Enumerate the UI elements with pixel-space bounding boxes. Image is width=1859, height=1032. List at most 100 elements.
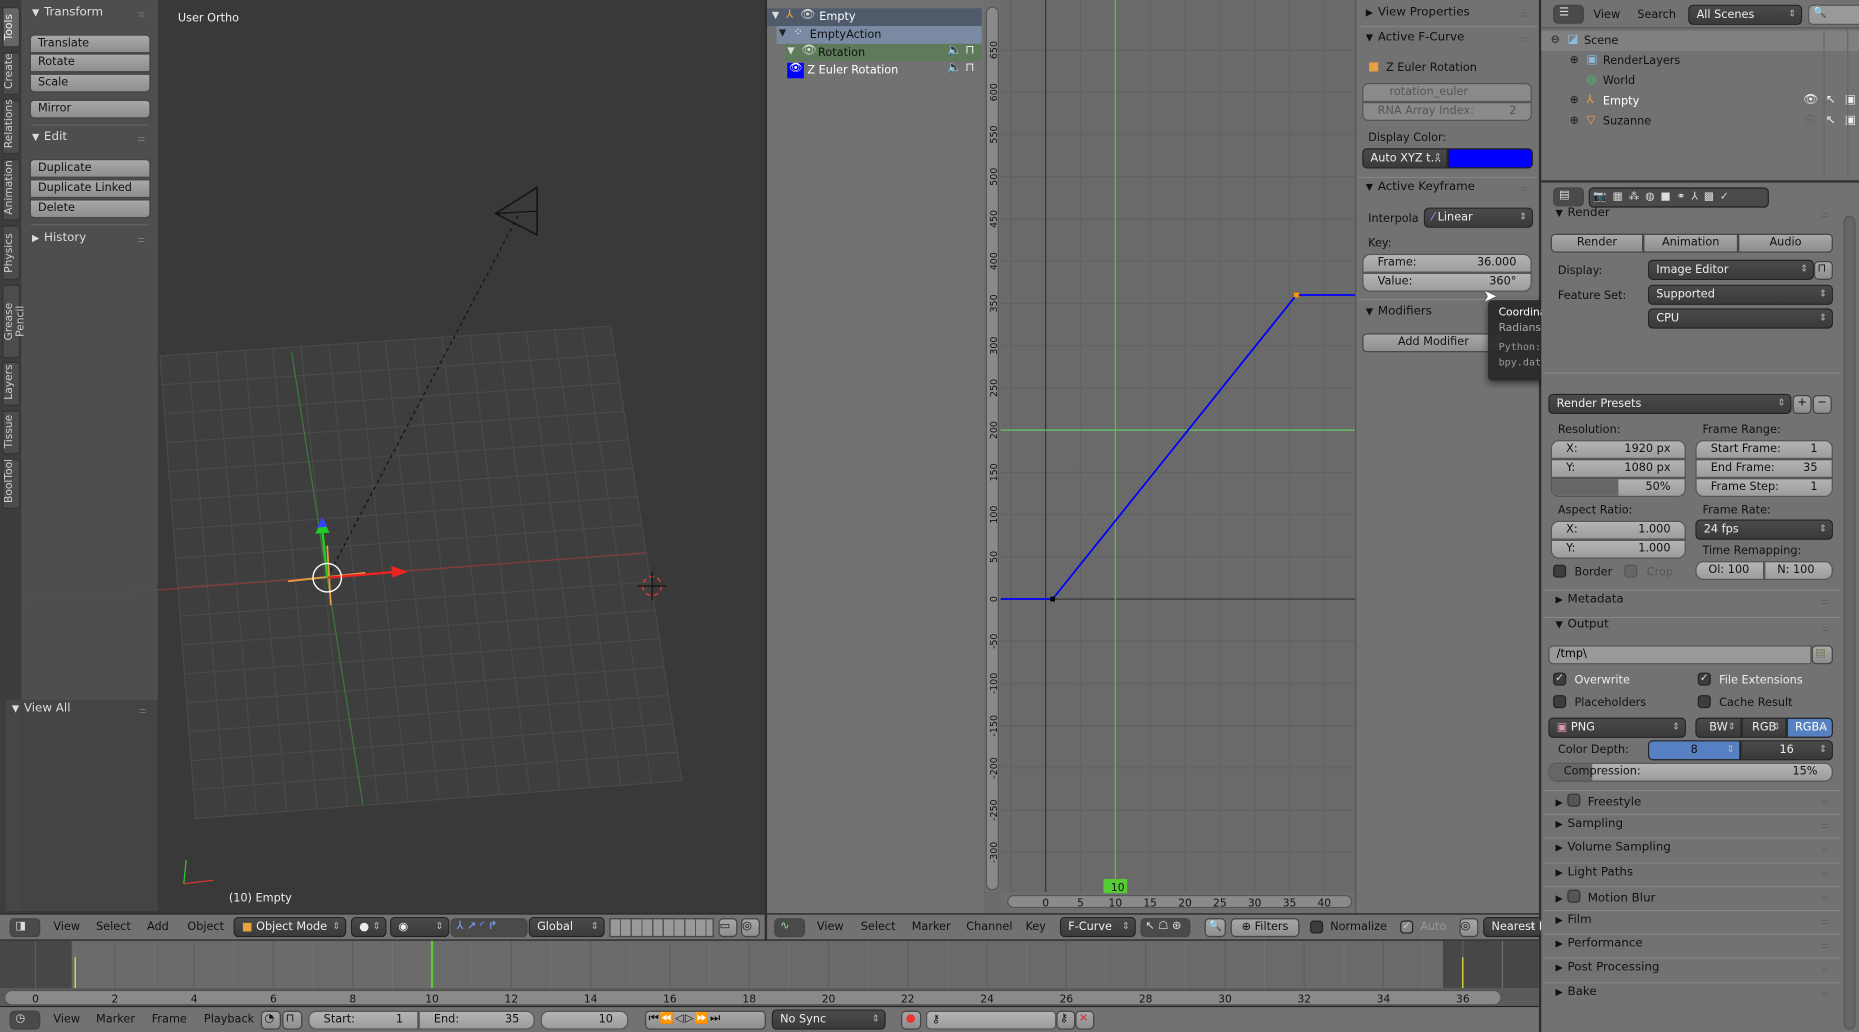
keying-set-field[interactable]: ⚷	[925, 1010, 1057, 1030]
channel-row-object[interactable]: ▼ ⅄ 👁 Empty	[767, 8, 982, 27]
mode-dropdown[interactable]: ■ Object Mode	[233, 916, 347, 938]
menu-key[interactable]: Key	[1026, 920, 1046, 933]
panel-enable-checkbox[interactable]	[1567, 889, 1581, 903]
menu-marker[interactable]: Marker	[912, 920, 951, 933]
editor-type-button[interactable]: ◷	[9, 1010, 41, 1030]
remap-old-field[interactable]: Ol: 100	[1695, 561, 1765, 581]
tool-tab-animation[interactable]: Animation	[2, 158, 21, 221]
output-path-field[interactable]: /tmp\	[1548, 645, 1812, 665]
eye-icon[interactable]: 👁	[1803, 114, 1818, 128]
outliner-item-renderlayers[interactable]: ⊕ ▣ RenderLayers	[1541, 51, 1859, 71]
lock-range-button[interactable]: ⊓	[282, 1010, 303, 1030]
audio-button[interactable]: Audio	[1738, 233, 1833, 253]
rotate-button[interactable]: Rotate	[29, 53, 151, 73]
fcurve-color-eye-icon[interactable]: 👁	[787, 62, 804, 79]
menu-add[interactable]: Add	[147, 920, 169, 933]
pivot-dropdown[interactable]: ◉	[390, 916, 450, 938]
channel-row-fcurve[interactable]: 👁 Z Euler Rotation 🔈 ⊓	[784, 61, 982, 80]
record-button[interactable]: ●	[901, 1010, 922, 1030]
file-format-dropdown[interactable]: ▣ PNG	[1548, 717, 1686, 738]
color-swatch[interactable]	[1447, 148, 1533, 169]
tool-tab-grease-pencil[interactable]: Grease Pencil	[2, 284, 27, 359]
scene-filter-dropdown[interactable]: All Scenes	[1688, 4, 1803, 25]
history-panel-header[interactable]: ▶ History	[32, 231, 86, 244]
manipulator-toggle[interactable]: ⅄ ↗ ◜ ↱	[450, 918, 528, 938]
rna-array-index-field[interactable]: RNA Array Index: 2	[1362, 102, 1532, 121]
filters-button[interactable]: ⊕ Filters	[1230, 918, 1300, 938]
editor-type-button[interactable]: ◨	[9, 918, 41, 938]
border-checkbox[interactable]	[1553, 564, 1567, 578]
drag-grip[interactable]: ::::	[1821, 893, 1829, 902]
scale-button[interactable]: Scale	[29, 73, 151, 93]
drag-grip[interactable]: ::::	[1821, 210, 1829, 219]
active-keyframe-header[interactable]: ▼ Active Keyframe	[1366, 180, 1475, 193]
tool-tab-layers[interactable]: Layers	[2, 361, 21, 406]
transform-panel-header[interactable]: ▼ Transform	[32, 6, 103, 19]
duplicate-button[interactable]: Duplicate	[29, 158, 151, 178]
folder-browse-button[interactable]: ▤	[1811, 645, 1833, 665]
disclosure-triangle-icon[interactable]: ▼	[772, 8, 779, 22]
outliner-item-suzanne[interactable]: ⊕ ▽ Suzanne 👁 ↖ ▣	[1541, 112, 1859, 132]
frame-field[interactable]: Frame: 36.000	[1362, 253, 1532, 273]
graph-mode-dropdown[interactable]: F-Curve	[1059, 916, 1136, 938]
mirror-button[interactable]: Mirror	[29, 99, 151, 119]
menu-marker[interactable]: Marker	[96, 1013, 135, 1026]
eye-icon[interactable]: 👁	[800, 8, 815, 22]
color-mode-dropdown[interactable]: Auto XYZ t...	[1362, 148, 1448, 169]
placeholders-checkbox[interactable]	[1553, 695, 1567, 709]
preview-range-button[interactable]: ◔	[260, 1010, 281, 1030]
panel-header-film[interactable]: ▶ Film	[1555, 913, 1591, 926]
menu-view[interactable]: View	[817, 920, 844, 933]
color-depth-8[interactable]: 8	[1647, 740, 1741, 761]
menu-search[interactable]: Search	[1637, 8, 1676, 21]
editor-type-button[interactable]: ☰	[1553, 4, 1584, 24]
drag-grip[interactable]: ::::	[138, 235, 146, 244]
tool-tab-booltool[interactable]: BoolTool	[2, 459, 21, 509]
drag-grip[interactable]: ::::	[1821, 821, 1829, 830]
disclosure-triangle-icon[interactable]: ▼	[787, 44, 794, 58]
channel-row-action[interactable]: ▼ ⁘ EmptyAction	[776, 26, 982, 44]
expand-icon[interactable]: ⊕	[1570, 53, 1579, 67]
tool-tab-relations[interactable]: Relations	[2, 99, 21, 155]
mute-speaker-icon[interactable]: 🔈	[947, 44, 962, 58]
drag-grip[interactable]: ::::	[1821, 597, 1829, 606]
normalize-checkbox[interactable]	[1310, 920, 1324, 934]
drag-grip[interactable]: ::::	[138, 134, 146, 143]
end-frame-field[interactable]: End Frame: 35	[1695, 459, 1833, 479]
drag-grip[interactable]: ::::	[1821, 965, 1829, 974]
menu-select[interactable]: Select	[861, 920, 896, 933]
tool-tab-create[interactable]: Create	[2, 52, 21, 95]
properties-scrollbar[interactable]	[1843, 215, 1856, 1030]
frame-step-field[interactable]: Frame Step: 1	[1695, 478, 1833, 498]
lock-icon[interactable]: ⊓	[1813, 260, 1833, 280]
panel-header-performance[interactable]: ▶ Performance	[1555, 937, 1642, 950]
menu-object[interactable]: Object	[187, 920, 224, 933]
outliner-item-empty[interactable]: ⊕ ⅄ Empty 👁 ↖ ▣	[1541, 91, 1859, 111]
lock-icon[interactable]: ⊓	[965, 44, 974, 58]
sync-dropdown[interactable]: No Sync	[771, 1009, 886, 1030]
expand-icon[interactable]: ⊖	[1551, 33, 1560, 47]
mute-speaker-icon[interactable]: 🔈	[947, 62, 962, 76]
metadata-panel-header[interactable]: ▶ Metadata	[1555, 593, 1623, 606]
menu-view[interactable]: View	[53, 1013, 80, 1026]
modifiers-header[interactable]: ▼ Modifiers	[1366, 305, 1432, 318]
proportional-edit-button[interactable]: ◎	[1459, 918, 1479, 938]
active-fcurve-header[interactable]: ▼ Active F-Curve	[1366, 31, 1465, 44]
drag-grip[interactable]: ::::	[1520, 9, 1528, 18]
value-field[interactable]: Value: 360°	[1362, 272, 1532, 292]
panel-header-freestyle[interactable]: ▶ Freestyle	[1555, 793, 1641, 809]
panel-header-sampling[interactable]: ▶ Sampling	[1555, 818, 1623, 831]
expand-icon[interactable]: ⊕	[1570, 114, 1579, 128]
panel-enable-checkbox[interactable]	[1567, 793, 1581, 807]
orientation-dropdown[interactable]: Global	[528, 916, 605, 938]
color-mode-bw[interactable]: BW	[1695, 717, 1742, 738]
panel-header-post-processing[interactable]: ▶ Post Processing	[1555, 961, 1659, 974]
only-selected-toggle[interactable]: ↖ ☖ ⊛	[1140, 918, 1191, 938]
frame-rate-dropdown[interactable]: 24 fps	[1695, 519, 1833, 540]
lock-icon[interactable]: ⊓	[965, 62, 974, 76]
edit-panel-header[interactable]: ▼ Edit	[32, 130, 67, 143]
eye-icon[interactable]: 👁	[801, 44, 816, 58]
color-depth-16[interactable]: 16	[1740, 740, 1833, 761]
cursor-select-icon[interactable]: ↖	[1826, 114, 1836, 128]
duplicate-linked-button[interactable]: Duplicate Linked	[29, 179, 151, 199]
